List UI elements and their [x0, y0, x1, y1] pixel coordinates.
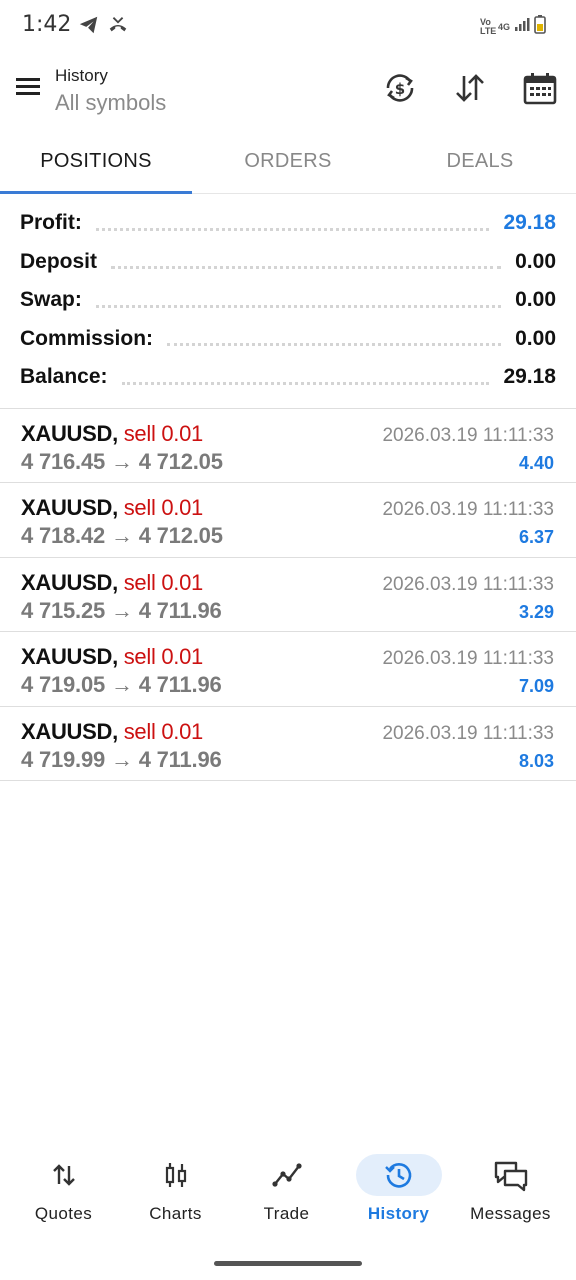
position-symbol: XAUUSD, sell 0.01: [21, 569, 204, 595]
battery-icon: [534, 14, 546, 39]
summary-value: 0.00: [515, 249, 556, 273]
nav-quotes[interactable]: Quotes: [6, 1150, 121, 1230]
position-profit: 3.29: [518, 601, 554, 622]
summary-value: 29.18: [503, 365, 556, 389]
nav-trade[interactable]: Trade: [229, 1150, 344, 1230]
position-prices: 4 718.42 → 4 712.05: [21, 523, 223, 549]
volte-icon: Vo LTE: [479, 16, 497, 36]
candlestick-icon: [161, 1160, 191, 1190]
nav-label: History: [367, 1204, 430, 1223]
bottom-nav: Quotes Charts Trade History Messages: [0, 1150, 576, 1240]
sort-icon[interactable]: [452, 70, 488, 106]
status-time: 1:42: [22, 12, 72, 37]
position-side: sell 0.01: [123, 569, 204, 595]
page-title: History: [55, 66, 108, 85]
position-profit: 6.37: [518, 527, 554, 548]
dotted-leader: [95, 304, 502, 308]
chat-bubbles-icon: [493, 1160, 529, 1192]
summary-profit: Profit: 29.18: [0, 204, 576, 243]
calendar-icon[interactable]: [522, 70, 558, 106]
dotted-leader: [111, 266, 502, 270]
tab-orders[interactable]: ORDERS: [192, 132, 384, 192]
app-bar: History All symbols $: [0, 56, 576, 124]
position-prices: 4 715.25 → 4 711.96: [21, 597, 222, 623]
summary-label: Commission:: [20, 326, 154, 350]
position-time: 2026.03.19 11:11:33: [382, 722, 554, 744]
list-item[interactable]: XAUUSD, sell 0.01 4 719.05 → 4 711.96 20…: [0, 632, 576, 707]
position-time: 2026.03.19 11:11:33: [382, 499, 554, 521]
summary-label: Deposit: [20, 249, 98, 273]
status-bar: 1:42 Vo LTE 4G: [0, 0, 576, 52]
arrow-right-icon: →: [110, 449, 133, 474]
symbol-filter[interactable]: All symbols: [55, 90, 166, 116]
summary-panel: Profit: 29.18 Deposit 0.00 Swap: 0.00 Co…: [0, 204, 576, 397]
summary-value: 0.00: [515, 326, 556, 350]
summary-deposit: Deposit 0.00: [0, 243, 576, 282]
tab-deals[interactable]: DEALS: [384, 132, 576, 192]
menu-icon[interactable]: [12, 70, 44, 102]
summary-label: Balance:: [20, 365, 108, 389]
position-side: sell 0.01: [123, 421, 204, 446]
position-time: 2026.03.19 11:11:33: [382, 573, 554, 595]
nav-history[interactable]: History: [341, 1150, 456, 1230]
position-symbol: XAUUSD, sell 0.01: [21, 495, 203, 521]
missed-call-icon: [106, 14, 130, 41]
nav-messages[interactable]: Messages: [453, 1150, 568, 1230]
arrow-right-icon: →: [110, 597, 133, 623]
position-side: sell 0.01: [123, 495, 204, 521]
position-side: sell 0.01: [123, 718, 204, 744]
arrow-right-icon: →: [110, 746, 133, 772]
position-symbol: XAUUSD, sell 0.01: [21, 644, 203, 670]
position-symbol: XAUUSD, sell 0.01: [21, 718, 204, 744]
position-time: 2026.03.19 11:11:33: [382, 648, 554, 670]
dotted-leader: [167, 343, 502, 347]
arrow-right-icon: →: [110, 672, 133, 698]
history-icon: [384, 1160, 414, 1190]
summary-swap: Swap: 0.00: [0, 281, 576, 320]
telegram-icon: [78, 14, 100, 41]
home-indicator[interactable]: [214, 1261, 362, 1266]
summary-label: Swap:: [20, 288, 82, 312]
dotted-leader: [95, 227, 490, 231]
position-prices: 4 719.99 → 4 711.96: [21, 746, 222, 772]
position-profit: 7.09: [518, 676, 554, 697]
position-profit: 4.40: [518, 453, 554, 473]
list-item[interactable]: XAUUSD, sell 0.01 4 716.45 → 4 712.05 20…: [0, 409, 576, 484]
summary-commission: Commission: 0.00: [0, 320, 576, 359]
summary-value: 29.18: [503, 211, 556, 235]
network-type: 4G: [497, 21, 510, 32]
position-profit: 8.03: [518, 750, 554, 771]
position-side: sell 0.01: [123, 644, 204, 670]
positions-list: XAUUSD, sell 0.01 4 716.45 → 4 712.05 20…: [0, 409, 576, 781]
nav-label: Messages: [470, 1204, 551, 1223]
position-symbol: XAUUSD, sell 0.01: [21, 421, 204, 446]
arrow-right-icon: →: [110, 523, 133, 549]
nav-label: Charts: [149, 1204, 202, 1223]
position-prices: 4 716.45 → 4 712.05: [21, 449, 223, 474]
nav-label: Quotes: [34, 1204, 93, 1223]
dotted-leader: [121, 381, 490, 385]
svg-text:$: $: [395, 80, 405, 98]
quotes-arrows-icon: [49, 1160, 79, 1190]
list-item[interactable]: XAUUSD, sell 0.01 4 715.25 → 4 711.96 20…: [0, 558, 576, 633]
summary-label: Profit:: [20, 211, 82, 235]
summary-value: 0.00: [515, 288, 556, 312]
list-item[interactable]: XAUUSD, sell 0.01 4 719.99 → 4 711.96 20…: [0, 707, 576, 781]
list-item[interactable]: XAUUSD, sell 0.01 4 718.42 → 4 712.05 20…: [0, 483, 576, 558]
summary-balance: Balance: 29.18: [0, 358, 576, 397]
tab-positions[interactable]: POSITIONS: [0, 132, 192, 192]
tab-bar: POSITIONS ORDERS DEALS: [0, 132, 576, 194]
nav-label: Trade: [263, 1204, 310, 1223]
trend-line-icon: [271, 1160, 302, 1190]
signal-icon: [514, 16, 530, 37]
currency-exchange-icon[interactable]: $: [382, 70, 418, 106]
position-time: 2026.03.19 11:11:33: [382, 425, 554, 446]
position-prices: 4 719.05 → 4 711.96: [21, 672, 222, 698]
nav-charts[interactable]: Charts: [118, 1150, 233, 1230]
tab-indicator: [0, 191, 192, 194]
